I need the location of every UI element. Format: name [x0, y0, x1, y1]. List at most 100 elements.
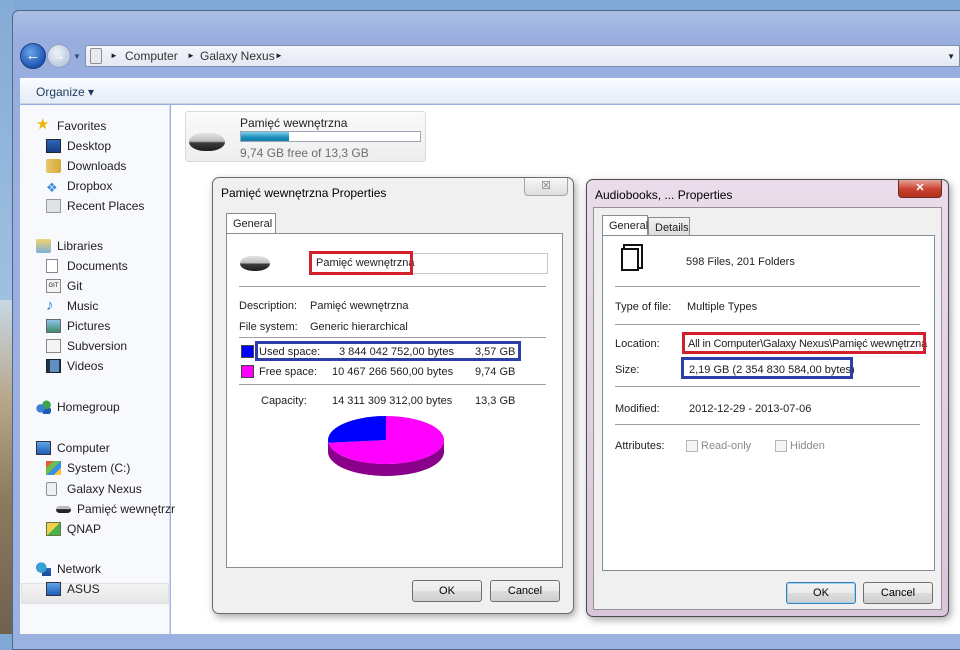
sidebar-libraries[interactable]: Libraries — [36, 237, 104, 255]
divider — [239, 286, 546, 287]
sidebar-item-documents[interactable]: Documents — [46, 257, 128, 275]
sidebar-item-subversion[interactable]: Subversion — [46, 337, 128, 355]
windows-drive-icon — [46, 461, 61, 475]
address-dropdown-icon[interactable]: ▼ — [947, 52, 955, 61]
sidebar-label: Music — [67, 299, 99, 313]
network-icon — [36, 562, 51, 576]
sidebar-item-qnap[interactable]: QNAP — [46, 520, 102, 538]
type-value: Multiple Types — [687, 301, 758, 313]
divider — [615, 286, 920, 287]
description-value: Pamięć wewnętrzna — [310, 300, 409, 312]
sidebar-network[interactable]: Network — [36, 560, 102, 578]
command-bar: Organize ▾ — [20, 78, 960, 104]
capacity-bytes: 14 311 309 312,00 bytes — [332, 395, 453, 407]
music-note-icon: ♪ — [46, 297, 54, 314]
sidebar-label: QNAP — [67, 522, 102, 536]
attributes-label: Attributes: — [615, 440, 665, 452]
breadcrumb-galaxy-nexus[interactable]: Galaxy Nexus — [200, 49, 275, 63]
sidebar-label: Subversion — [67, 339, 128, 353]
close-button[interactable]: ☒ — [524, 178, 568, 196]
chevron-right-icon[interactable]: ► — [275, 51, 283, 60]
sidebar-item-galaxy-nexus[interactable]: Galaxy Nexus — [46, 480, 142, 498]
sidebar-label: Desktop — [67, 139, 112, 153]
git-library-icon: GIT — [46, 279, 61, 293]
sidebar-label: Pictures — [67, 319, 111, 333]
cancel-button[interactable]: Cancel — [863, 582, 933, 604]
libraries-icon — [36, 239, 51, 253]
breadcrumb-computer[interactable]: Computer — [125, 49, 178, 63]
computer-icon — [36, 441, 51, 455]
free-space-label: Free space: — [259, 366, 318, 378]
chevron-right-icon[interactable]: ► — [187, 51, 195, 60]
tab-general[interactable]: General — [226, 213, 276, 234]
forward-button[interactable]: → — [47, 44, 71, 68]
sidebar-item-recent-places[interactable]: Recent Places — [46, 197, 144, 215]
documents-icon — [46, 259, 58, 273]
sidebar-item-videos[interactable]: Videos — [46, 357, 103, 375]
annotation-highlight-blue — [681, 357, 853, 379]
annotation-highlight-red — [309, 251, 413, 275]
sidebar-label: ASUS — [67, 582, 100, 596]
tab-details[interactable]: Details — [648, 217, 690, 236]
read-only-checkbox[interactable] — [686, 440, 698, 452]
star-icon: ★ — [36, 116, 50, 133]
cancel-button[interactable]: Cancel — [490, 580, 560, 602]
drive-icon — [240, 256, 270, 271]
ok-button[interactable]: OK — [412, 580, 482, 602]
sidebar-label: Computer — [57, 441, 110, 455]
sidebar-item-music[interactable]: ♪ Music — [46, 297, 99, 315]
network-drive-icon — [46, 522, 61, 536]
history-dropdown[interactable]: ▼ — [73, 52, 81, 61]
ok-button[interactable]: OK — [786, 582, 856, 604]
navigation-bar: ← → ▼ ► Computer ► Galaxy Nexus ► ▼ — [20, 43, 960, 69]
divider — [239, 337, 546, 338]
address-bar[interactable]: ► Computer ► Galaxy Nexus ► ▼ — [85, 45, 960, 67]
tab-general[interactable]: General — [602, 215, 648, 236]
sidebar-computer[interactable]: Computer — [36, 439, 110, 457]
sidebar-item-pictures[interactable]: Pictures — [46, 317, 111, 335]
back-button[interactable]: ← — [20, 43, 46, 69]
desktop-icon — [46, 139, 61, 153]
sidebar-item-asus[interactable]: ASUS — [46, 580, 100, 598]
chevron-right-icon[interactable]: ► — [110, 51, 118, 60]
sidebar-homegroup[interactable]: Homegroup — [36, 398, 120, 416]
capacity-label: Capacity: — [261, 395, 307, 407]
phone-device-icon — [46, 482, 57, 496]
file-system-label: File system: — [239, 321, 298, 333]
sidebar-label: Pamięć wewnętrzr — [77, 502, 176, 516]
divider — [615, 324, 920, 325]
sidebar-label: Documents — [67, 259, 128, 273]
sidebar-label: Favorites — [57, 119, 107, 133]
organize-button[interactable]: Organize ▾ — [36, 85, 94, 99]
computer-icon — [46, 582, 61, 596]
homegroup-icon — [36, 400, 51, 414]
sidebar-item-downloads[interactable]: Downloads — [46, 157, 126, 175]
drive-tile[interactable]: Pamięć wewnętrzna 9,74 GB free of 13,3 G… — [185, 111, 426, 162]
hidden-checkbox[interactable] — [775, 440, 787, 452]
close-button[interactable]: ✕ — [898, 180, 942, 198]
drive-icon — [56, 506, 71, 513]
sidebar-label: Homegroup — [57, 400, 120, 414]
sidebar-item-system-c[interactable]: System (C:) — [46, 459, 130, 477]
modified-label: Modified: — [615, 403, 660, 415]
drive-icon — [189, 133, 225, 151]
disk-usage-pie — [328, 416, 444, 476]
divider — [615, 424, 920, 425]
sidebar-label: Libraries — [57, 239, 104, 253]
sidebar-item-internal-storage[interactable]: Pamięć wewnętrzr — [56, 500, 176, 518]
sidebar-label: Network — [57, 562, 102, 576]
drive-usage-fill — [241, 132, 289, 141]
sidebar-favorites[interactable]: ★ Favorites — [36, 116, 107, 135]
capacity-size: 13,3 GB — [475, 395, 516, 407]
sidebar-item-desktop[interactable]: Desktop — [46, 137, 112, 155]
sidebar-item-dropbox[interactable]: ❖ Dropbox — [46, 177, 113, 195]
sidebar-item-git[interactable]: GIT Git — [46, 277, 83, 295]
contents-summary: 598 Files, 201 Folders — [686, 256, 795, 268]
dialog-title: Pamięć wewnętrzna Properties — [221, 186, 387, 200]
sidebar-label: Git — [67, 279, 83, 293]
used-space-swatch — [241, 345, 254, 358]
pie-slice-used — [328, 416, 386, 443]
divider — [615, 386, 920, 387]
annotation-highlight-red — [682, 332, 926, 354]
sidebar-label: Dropbox — [67, 179, 113, 193]
